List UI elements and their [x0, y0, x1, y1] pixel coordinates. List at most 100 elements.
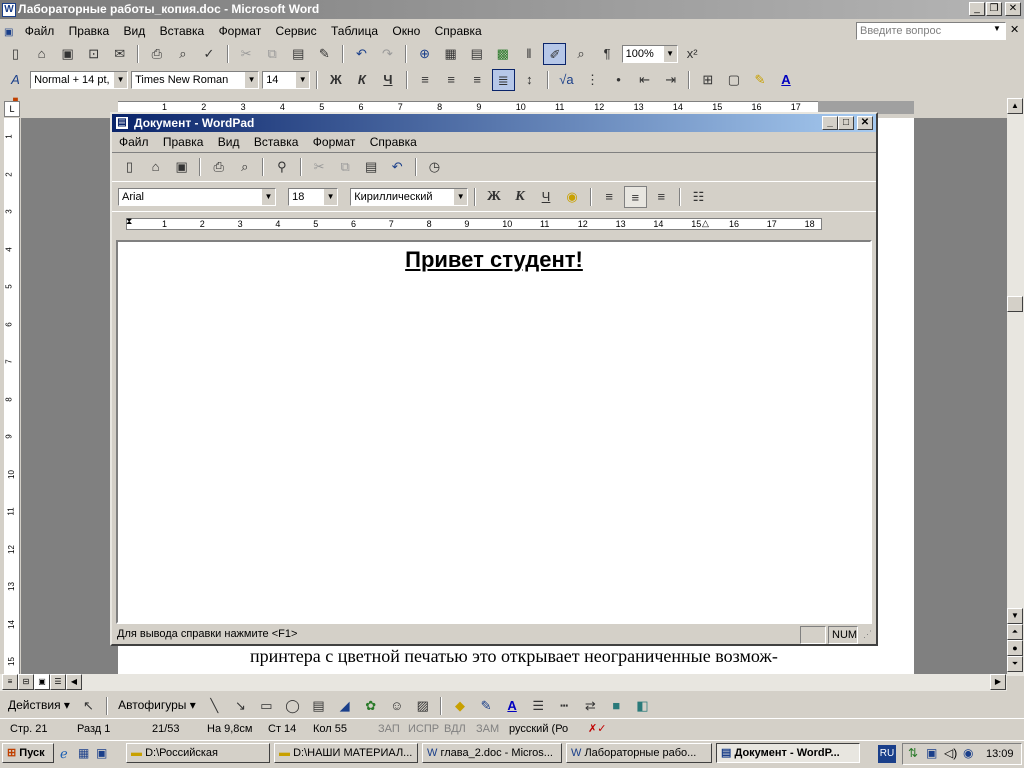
tab-selector[interactable]: L [4, 101, 20, 117]
redo-icon[interactable]: ↷ [376, 43, 399, 65]
bullets-icon[interactable]: • [607, 69, 630, 91]
volume-icon[interactable]: ◁) [944, 746, 957, 760]
wp-menu-edit[interactable]: Правка [163, 135, 204, 149]
wp-open-icon[interactable]: ⌂ [144, 156, 167, 178]
wordpad-ruler[interactable]: 1 2 3 4 5 6 7 8 9 10 11 12 13 14 15 16 17 18 [126, 218, 822, 230]
menu-tools[interactable]: Сервис [276, 24, 317, 38]
drawing-icon[interactable]: ✐ [543, 43, 567, 65]
justify-icon[interactable]: ≣ [491, 69, 515, 91]
diagram-icon[interactable]: ✿ [359, 695, 382, 717]
word-vertical-scrollbar[interactable] [1007, 98, 1024, 676]
wp-script-dropdown-icon[interactable]: ▼ [453, 189, 468, 205]
paste-icon[interactable]: ▤ [287, 43, 310, 65]
task-word-glava[interactable]: W глава_2.doc - Micros... [422, 743, 562, 763]
font-color-icon[interactable]: A [775, 69, 798, 91]
wp-find-icon[interactable]: ⚲ [270, 156, 293, 178]
wp-undo-icon[interactable]: ↶ [386, 156, 409, 178]
wp-script-select[interactable]: Кириллический ▼ [350, 188, 469, 206]
next-page-button[interactable]: ⏷ [1007, 656, 1023, 672]
word-restore-button[interactable]: ❐ [986, 2, 1002, 16]
close-document-icon[interactable]: ✕ [1010, 23, 1019, 36]
resize-grip-icon[interactable]: ⋰ [860, 626, 872, 644]
task-folder-2[interactable]: ▬ D:\НАШИ МАТЕРИАЛ... [274, 743, 418, 763]
zoom-select[interactable]: 100% ▼ [621, 45, 678, 63]
document-map-icon[interactable]: ⌕ [570, 43, 593, 65]
ie-icon[interactable]: ℯ [60, 746, 68, 762]
scroll-up-button[interactable]: ▲ [1007, 98, 1023, 114]
email-icon[interactable]: ✉ [108, 43, 131, 65]
autoshapes-button[interactable]: Автофигуры ▾ [118, 698, 196, 712]
align-right-icon[interactable]: ≡ [466, 69, 489, 91]
insert-table-icon[interactable]: ▤ [465, 43, 488, 65]
wp-menu-file[interactable]: Файл [119, 135, 149, 149]
styles-icon[interactable]: A [4, 69, 27, 91]
undo-icon[interactable]: ↶ [350, 43, 373, 65]
wp-save-icon[interactable]: ▣ [170, 156, 193, 178]
menu-view[interactable]: Вид [124, 24, 146, 38]
underline-button[interactable]: Ч [376, 69, 399, 91]
doc-icon[interactable]: ▣ [4, 27, 13, 38]
new-icon[interactable]: ▯ [4, 43, 27, 65]
scroll-right-button[interactable]: ▶ [990, 674, 1006, 690]
normal-view-button[interactable]: ≡ [2, 674, 18, 690]
textbox-icon[interactable]: ▤ [307, 695, 330, 717]
wp-font-dropdown-icon[interactable]: ▼ [261, 189, 275, 205]
left-indent-marker-icon[interactable]: ⧗ [126, 216, 132, 227]
insert-excel-icon[interactable]: ▩ [491, 43, 514, 65]
font-size-select[interactable]: 14 ▼ [262, 71, 311, 89]
columns-icon[interactable]: ‖ [517, 43, 540, 65]
antivirus-icon[interactable]: ◉ [963, 746, 973, 760]
outline-view-button[interactable]: ☰ [50, 674, 66, 690]
show-hide-icon[interactable]: ¶ [596, 43, 619, 65]
status-ovr[interactable]: ЗАМ [476, 719, 499, 739]
wp-italic-button[interactable]: К [508, 186, 531, 208]
zoom-dropdown-icon[interactable]: ▼ [662, 46, 677, 62]
scroll-thumb[interactable] [1007, 296, 1023, 312]
increase-indent-icon[interactable]: ⇥ [659, 69, 682, 91]
border-icon[interactable]: ⊞ [696, 69, 719, 91]
scroll-left-button[interactable]: ◀ [66, 674, 82, 690]
language-indicator[interactable]: RU [878, 745, 896, 763]
wp-cut-icon[interactable]: ✂ [308, 156, 331, 178]
hyperlink-icon[interactable]: ⊕ [413, 43, 436, 65]
wp-size-dropdown-icon[interactable]: ▼ [323, 189, 338, 205]
line-style-icon[interactable]: ☰ [527, 695, 550, 717]
status-trk[interactable]: ИСПР [408, 719, 439, 739]
wp-underline-button[interactable]: Ч [535, 186, 558, 208]
wp-copy-icon[interactable]: ⧉ [334, 156, 357, 178]
wordpad-minimize-button[interactable]: _ [822, 116, 838, 130]
arrow-style-icon[interactable]: ⇄ [579, 695, 602, 717]
menu-help[interactable]: Справка [435, 24, 482, 38]
print-layout-view-button[interactable]: ▣ [34, 674, 50, 690]
wp-print-preview-icon[interactable]: ⌕ [233, 156, 256, 178]
wp-print-icon[interactable]: ⎙ [207, 156, 230, 178]
line-spacing-icon[interactable]: ↕ [518, 69, 541, 91]
numbering-icon[interactable]: ⋮ [581, 69, 604, 91]
arrow-icon[interactable]: ↘ [229, 695, 252, 717]
wordpad-maximize-button[interactable]: □ [838, 116, 854, 130]
word-app-icon[interactable]: W [2, 2, 16, 17]
highlight-icon[interactable]: ✎ [748, 69, 771, 91]
status-ext[interactable]: ВДЛ [444, 719, 466, 739]
wordpad-app-icon[interactable]: ▤ [115, 116, 129, 130]
bold-button[interactable]: Ж [324, 69, 347, 91]
copy-icon[interactable]: ⧉ [261, 43, 284, 65]
menu-table[interactable]: Таблица [331, 24, 378, 38]
align-left-icon[interactable]: ≡ [414, 69, 437, 91]
wp-paste-icon[interactable]: ▤ [360, 156, 383, 178]
network-icon[interactable]: ⇅ [908, 746, 918, 760]
wp-align-right-icon[interactable]: ≡ [650, 186, 673, 208]
wp-align-left-icon[interactable]: ≡ [598, 186, 621, 208]
display-icon[interactable]: ▣ [926, 746, 937, 760]
wp-bold-button[interactable]: Ж [482, 186, 505, 208]
fill-color-icon[interactable]: ◆ [448, 695, 471, 717]
word-title-bar[interactable]: W Лабораторные работы_копия.doc - Microso… [0, 0, 1024, 19]
rectangle-icon[interactable]: ▭ [255, 695, 278, 717]
help-question-dropdown-icon[interactable]: ▼ [993, 24, 1001, 33]
italic-button[interactable]: К [350, 69, 373, 91]
line-color-icon[interactable]: ✎ [475, 695, 498, 717]
browse-object-button[interactable]: ● [1007, 640, 1023, 656]
select-objects-icon[interactable]: ↖ [77, 695, 100, 717]
show-desktop-icon[interactable]: ▦ [78, 746, 89, 760]
wp-align-center-icon[interactable]: ≡ [623, 186, 647, 208]
